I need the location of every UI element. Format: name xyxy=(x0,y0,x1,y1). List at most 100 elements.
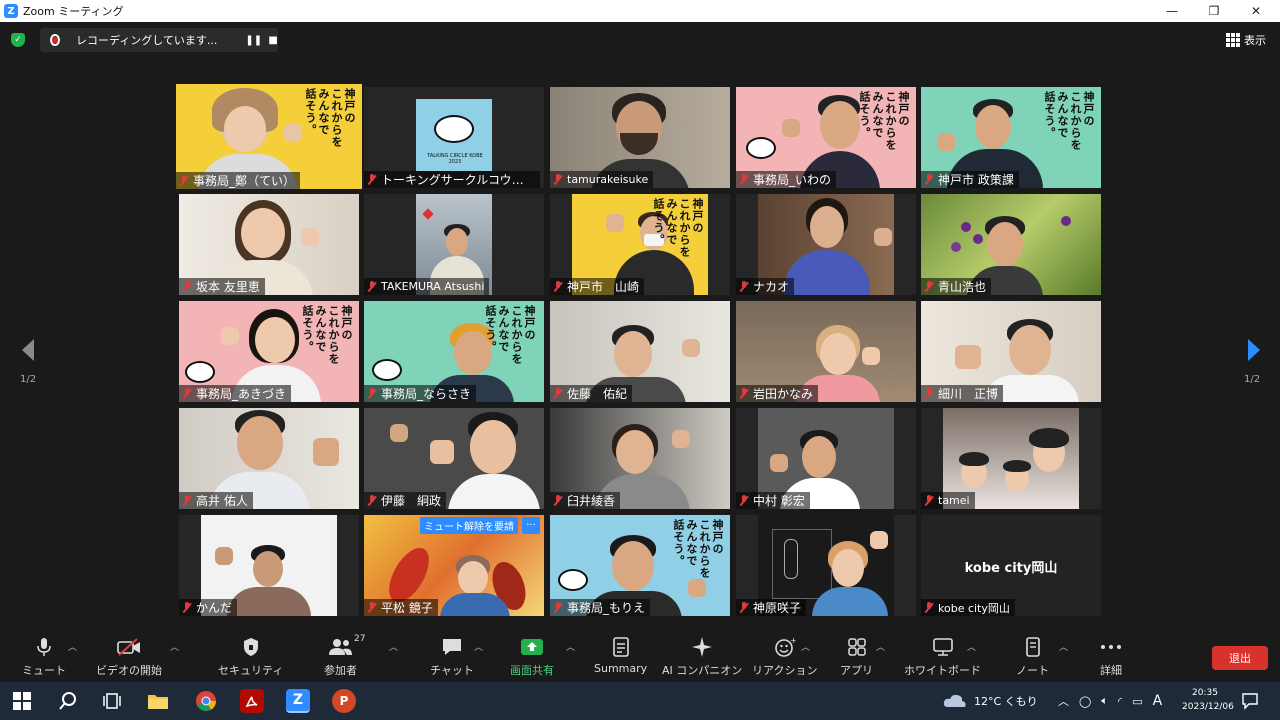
clock-time: 20:35 xyxy=(1192,688,1218,698)
task-view-icon[interactable] xyxy=(100,689,124,713)
reactions-options-caret[interactable]: ︿ xyxy=(801,640,810,653)
participant-nameplate: かんだ xyxy=(179,599,238,616)
maximize-button[interactable]: ❐ xyxy=(1194,0,1234,22)
share-options-caret[interactable]: ︿ xyxy=(566,640,575,653)
clock[interactable]: 20:35 2023/12/06 xyxy=(1182,686,1234,714)
file-explorer-icon[interactable] xyxy=(146,689,170,713)
windows-start-icon[interactable] xyxy=(10,689,34,713)
acrobat-icon[interactable] xyxy=(240,689,264,713)
more-dots-icon xyxy=(1100,636,1122,658)
windows-taskbar: Z P 12°C くもり ︿ ◯ 🔈︎ ◜ ▭ A 20:35 2023/12/… xyxy=(0,682,1280,720)
video-tile[interactable]: 神戸の これからを みんなで 話そう。 事務局_いわの xyxy=(736,87,916,188)
video-tile[interactable]: 臼井綾香 xyxy=(550,408,730,509)
poster-text: 神戸の これからを みんなで 話そう。 xyxy=(301,305,353,365)
video-tile[interactable]: ミュート解除を要請 ··· 平松 鏡子 xyxy=(364,515,544,616)
video-tile[interactable]: 中村 彰宏 xyxy=(736,408,916,509)
more-button[interactable]: 詳細 xyxy=(1100,636,1122,680)
window-title: Zoom ミーティング xyxy=(23,5,124,18)
video-tile[interactable]: 岩田かなみ xyxy=(736,301,916,402)
summary-doc-icon xyxy=(612,636,630,658)
muted-mic-icon xyxy=(924,174,934,185)
video-tile[interactable]: 神戸の これからを みんなで 話そう。 神戸市 政策課 xyxy=(921,87,1101,188)
video-tile[interactable]: tamei xyxy=(921,408,1101,509)
encryption-shield-icon[interactable]: ✓ xyxy=(11,33,25,47)
powerpoint-icon[interactable]: P xyxy=(332,689,356,713)
unmute-request-button[interactable]: ミュート解除を要請 xyxy=(420,517,518,534)
volume-icon[interactable]: 🔈︎ xyxy=(1101,694,1108,708)
user-icon[interactable]: ◯ xyxy=(1079,695,1091,708)
video-tile[interactable]: 神戸の これからを みんなで 話そう。 事務局_鄭（てい） xyxy=(176,84,362,189)
video-tile[interactable]: かんだ xyxy=(179,515,359,616)
chat-button[interactable]: チャット xyxy=(430,636,474,680)
video-tile[interactable]: 坂本 友里恵 xyxy=(179,194,359,295)
apps-icon xyxy=(847,636,867,658)
grid-icon xyxy=(1226,33,1240,47)
video-tile[interactable]: 神戸の これからを みんなで 話そう。 事務局_もりえ xyxy=(550,515,730,616)
chrome-icon[interactable] xyxy=(194,689,218,713)
chat-options-caret[interactable]: ︿ xyxy=(474,640,483,653)
security-button[interactable]: セキュリティ xyxy=(218,636,283,680)
weather-widget[interactable]: 12°C くもり xyxy=(942,682,1038,720)
muted-mic-icon xyxy=(553,495,563,506)
notification-icon[interactable] xyxy=(1238,689,1262,713)
recording-icon xyxy=(50,34,60,46)
video-tile[interactable]: 伊藤 絅政 xyxy=(364,408,544,509)
participant-nameplate: 事務局_ならさき xyxy=(364,385,477,402)
participant-nameplate: 臼井綾香 xyxy=(550,492,621,509)
tile-more-options-button[interactable]: ··· xyxy=(522,517,540,534)
poster-text: 神戸の これからを みんなで 話そう。 xyxy=(858,91,910,151)
network-icon[interactable]: ▭ xyxy=(1132,695,1142,708)
video-tile[interactable]: 神原咲子 xyxy=(736,515,916,616)
participants-button[interactable]: 27 参加者 xyxy=(324,634,366,680)
view-button[interactable]: 表示 xyxy=(1226,32,1266,48)
start-video-button[interactable]: ビデオの開始 xyxy=(96,636,162,680)
pause-recording-button[interactable]: ❚❚ xyxy=(245,35,262,46)
participant-nameplate: 高井 佑人 xyxy=(179,492,253,509)
summary-button[interactable]: Summary xyxy=(594,636,647,680)
video-tile[interactable]: 高井 佑人 xyxy=(179,408,359,509)
poster-text: 神戸の これからを みんなで 話そう。 xyxy=(672,519,724,579)
muted-mic-icon xyxy=(739,602,749,613)
video-tile[interactable]: 神戸の これからを みんなで 話そう。 事務局_ならさき xyxy=(364,301,544,402)
ai-companion-button[interactable]: AI コンパニオン xyxy=(662,636,742,680)
system-tray: ︿ ◯ 🔈︎ ◜ ▭ A xyxy=(1058,682,1162,720)
video-tile[interactable]: 佐藤 佑紀 xyxy=(550,301,730,402)
next-page-arrow-icon[interactable] xyxy=(1244,337,1264,363)
mute-options-caret[interactable]: ︿ xyxy=(68,640,77,653)
svg-text:+: + xyxy=(790,637,796,645)
apps-button[interactable]: アプリ xyxy=(840,636,873,680)
notes-options-caret[interactable]: ︿ xyxy=(1059,640,1068,653)
stop-recording-button[interactable]: ■ xyxy=(268,35,278,46)
video-tile[interactable]: TAKEMURA Atsushi xyxy=(364,194,544,295)
search-icon[interactable] xyxy=(56,689,80,713)
video-tile[interactable]: 青山浩也 xyxy=(921,194,1101,295)
previous-page-arrow-icon[interactable] xyxy=(18,337,38,363)
share-screen-icon xyxy=(520,636,544,658)
video-tile[interactable]: 神戸の これからを みんなで 話そう。 事務局_あきづき xyxy=(179,301,359,402)
share-screen-button[interactable]: 画面共有 xyxy=(510,636,554,680)
close-button[interactable]: ✕ xyxy=(1236,0,1276,22)
tray-chevron-icon[interactable]: ︿ xyxy=(1058,693,1069,709)
whiteboard-icon xyxy=(932,636,954,658)
video-tile[interactable]: 神戸の これからを みんなで 話そう。 神戸市 山崎 xyxy=(550,194,730,295)
video-tile[interactable]: 細川 正博 xyxy=(921,301,1101,402)
muted-mic-icon xyxy=(553,281,563,292)
apps-options-caret[interactable]: ︿ xyxy=(876,640,885,653)
video-tile[interactable]: ナカオ xyxy=(736,194,916,295)
mute-button[interactable]: ミュート xyxy=(22,636,66,680)
leave-button[interactable]: 退出 xyxy=(1212,646,1268,670)
video-tile[interactable]: tamurakeisuke xyxy=(550,87,730,188)
minimize-button[interactable]: — xyxy=(1152,0,1192,22)
notes-button[interactable]: ノート xyxy=(1016,636,1049,680)
microphone-icon xyxy=(37,636,51,658)
video-tile[interactable]: TALKING CIRCLE KOBE 2023 トーキングサークルコウベ事..… xyxy=(364,87,544,188)
muted-mic-icon xyxy=(924,495,934,506)
participants-options-caret[interactable]: ︿ xyxy=(389,640,398,653)
video-options-caret[interactable]: ︿ xyxy=(170,640,179,653)
whiteboard-options-caret[interactable]: ︿ xyxy=(967,640,976,653)
wifi-icon[interactable]: ◜ xyxy=(1118,695,1122,708)
zoom-taskbar-icon[interactable]: Z xyxy=(286,689,310,713)
video-tile[interactable]: kobe city岡山 kobe city岡山 xyxy=(921,515,1101,616)
ime-indicator[interactable]: A xyxy=(1153,693,1163,709)
meeting-area: ✓ レコーディングしています... ❚❚ ■ 表示 1/2 1/2 神戸の これ… xyxy=(0,22,1280,632)
